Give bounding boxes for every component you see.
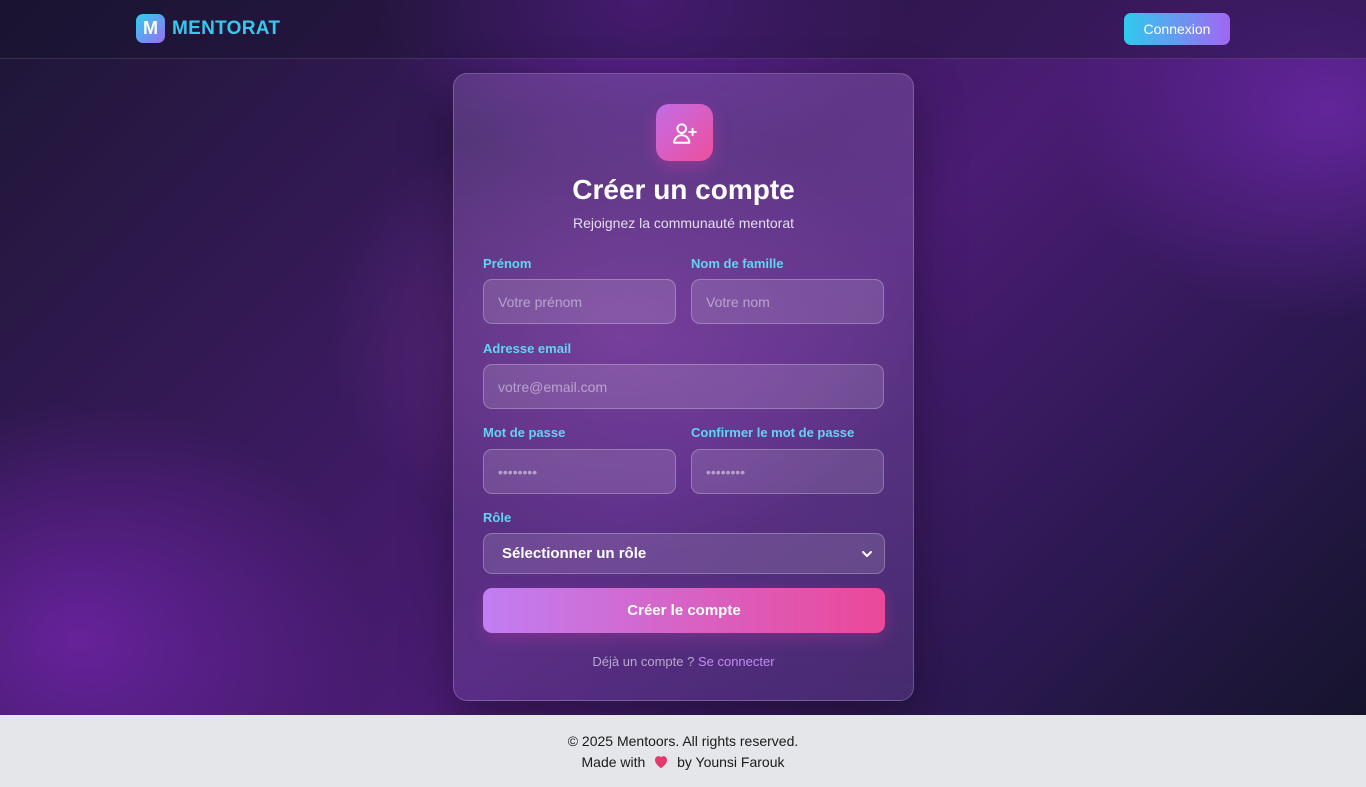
role-label: Rôle bbox=[483, 510, 512, 525]
brand-name: MENTORAT bbox=[172, 17, 281, 39]
first-name-input[interactable] bbox=[483, 279, 676, 324]
first-name-label: Prénom bbox=[483, 256, 532, 271]
email-label: Adresse email bbox=[483, 341, 572, 356]
signin-prompt: Déjà un compte ? Se connecter bbox=[454, 654, 913, 669]
credits-line: Made with by Younsi Farouk bbox=[0, 754, 1366, 770]
create-account-button[interactable]: Créer le compte bbox=[483, 588, 885, 633]
footer: © 2025 Mentoors. All rights reserved. Ma… bbox=[0, 715, 1366, 787]
confirm-password-input[interactable] bbox=[691, 449, 884, 494]
made-with-text: Made with bbox=[581, 754, 646, 770]
brand[interactable]: M MENTORAT bbox=[136, 14, 280, 43]
copyright-text: © 2025 Mentoors. All rights reserved. bbox=[567, 733, 799, 749]
page-title: Créer un compte bbox=[572, 174, 795, 205]
have-account-text: Déjà un compte ? bbox=[592, 654, 695, 669]
user-plus-icon bbox=[656, 104, 713, 161]
email-input[interactable] bbox=[483, 364, 884, 409]
brand-logo: M bbox=[136, 14, 165, 43]
page-subtitle: Rejoignez la communauté mentorat bbox=[572, 215, 794, 231]
last-name-input[interactable] bbox=[691, 279, 884, 324]
password-label: Mot de passe bbox=[483, 425, 566, 440]
heart-icon bbox=[655, 756, 668, 769]
author-text: by Younsi Farouk bbox=[677, 754, 785, 770]
password-input[interactable] bbox=[483, 449, 676, 494]
role-select[interactable]: Sélectionner un rôle bbox=[483, 533, 885, 574]
role-selected-value: Sélectionner un rôle bbox=[502, 545, 647, 562]
last-name-label: Nom de famille bbox=[691, 256, 784, 271]
signin-link[interactable]: Se connecter bbox=[698, 654, 775, 669]
confirm-password-label: Confirmer le mot de passe bbox=[691, 425, 855, 440]
signup-card: Créer un compte Rejoignez la communauté … bbox=[453, 73, 914, 701]
login-button[interactable]: Connexion bbox=[1124, 13, 1230, 45]
chevron-down-icon bbox=[862, 550, 872, 557]
top-navbar: M MENTORAT Connexion bbox=[0, 0, 1366, 59]
